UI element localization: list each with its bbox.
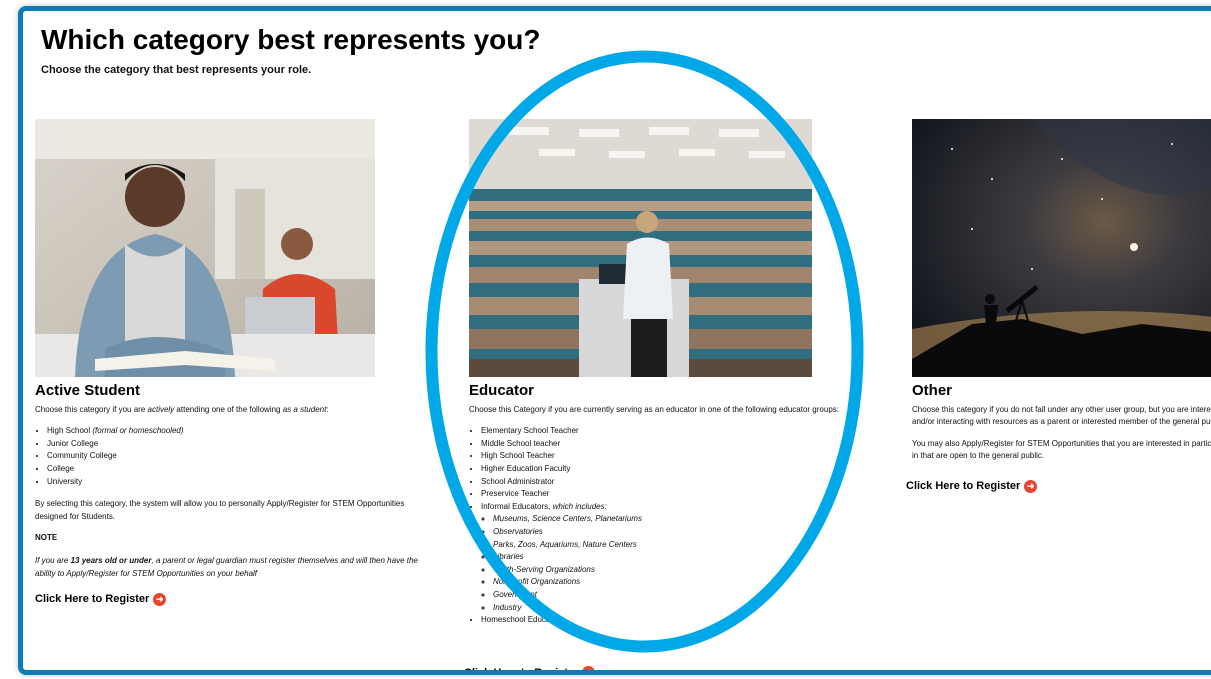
student-note-label: NOTE [35, 533, 58, 543]
other-heading: Other [912, 382, 953, 399]
student-heading: Active Student [35, 382, 141, 399]
other-image [912, 119, 1211, 377]
student-note-text: If you are 13 years old or under, a pare… [35, 555, 418, 578]
other-para: You may also Apply/Register for STEM Opp… [912, 438, 1211, 461]
arrow-right-circle-icon: ➜ [582, 666, 596, 670]
other-intro: Choose this category if you do not fall … [912, 404, 1211, 427]
list-item: University [47, 476, 431, 489]
sub-list-item: Libraries [493, 551, 879, 564]
sub-list-item: Non Profit Organizations [493, 576, 879, 589]
student-card: Active Student Choose this category if y… [31, 119, 431, 607]
list-item: Higher Education Faculty [481, 463, 879, 476]
other-register-link[interactable]: Click Here to Register ➜ [906, 479, 1038, 493]
student-list: High School (formal or homeschooled) Jun… [35, 425, 431, 488]
sub-list-item: Observatories [493, 526, 879, 539]
educator-list: Elementary School Teacher Middle School … [469, 425, 879, 627]
list-item: School Administrator [481, 476, 879, 489]
sub-list-item: Government [493, 589, 879, 602]
page-frame: Which category best represents you? Choo… [18, 6, 1211, 675]
sub-list-item: Parks, Zoos, Aquariums, Nature Centers [493, 539, 879, 552]
list-item: Elementary School Teacher [481, 425, 879, 438]
list-item: High School (formal or homeschooled) [47, 425, 431, 438]
list-item: Middle School teacher [481, 438, 879, 451]
page-title: Which category best represents you? [41, 24, 541, 55]
educator-intro: Choose this Category if you are currentl… [469, 404, 839, 414]
page-subtitle: Choose the category that best represents… [41, 64, 312, 76]
list-item: College [47, 463, 431, 476]
educator-register-link[interactable]: Click Here to Register ➜ [464, 666, 596, 670]
sub-list-item: Industry [493, 602, 879, 615]
student-selection-note: By selecting this category, the system w… [35, 499, 405, 521]
list-item: Community College [47, 450, 431, 463]
sub-list-item: Youth-Serving Organizations [493, 564, 879, 577]
list-item: Junior College [47, 438, 431, 451]
student-intro: Choose this category if you are actively… [35, 404, 329, 414]
list-item: Preservice Teacher [481, 488, 879, 501]
educator-card: Educator Choose this Category if you are… [469, 119, 879, 637]
student-image [35, 119, 375, 377]
list-item: Informal Educators, which includes: Muse… [481, 501, 879, 614]
arrow-right-circle-icon: ➜ [1024, 479, 1038, 493]
sub-list-item: Museums, Science Centers, Planetariums [493, 513, 879, 526]
educator-heading: Educator [469, 382, 535, 399]
educator-image [469, 119, 812, 377]
list-item: High School Teacher [481, 450, 879, 463]
student-register-link[interactable]: Click Here to Register ➜ [35, 593, 167, 607]
list-item: Homeschool Educators [481, 614, 879, 627]
informal-sublist: Museums, Science Centers, Planetariums O… [481, 513, 879, 614]
other-card: Other Choose this category if you do not… [906, 119, 1211, 494]
arrow-right-circle-icon: ➜ [153, 593, 167, 607]
